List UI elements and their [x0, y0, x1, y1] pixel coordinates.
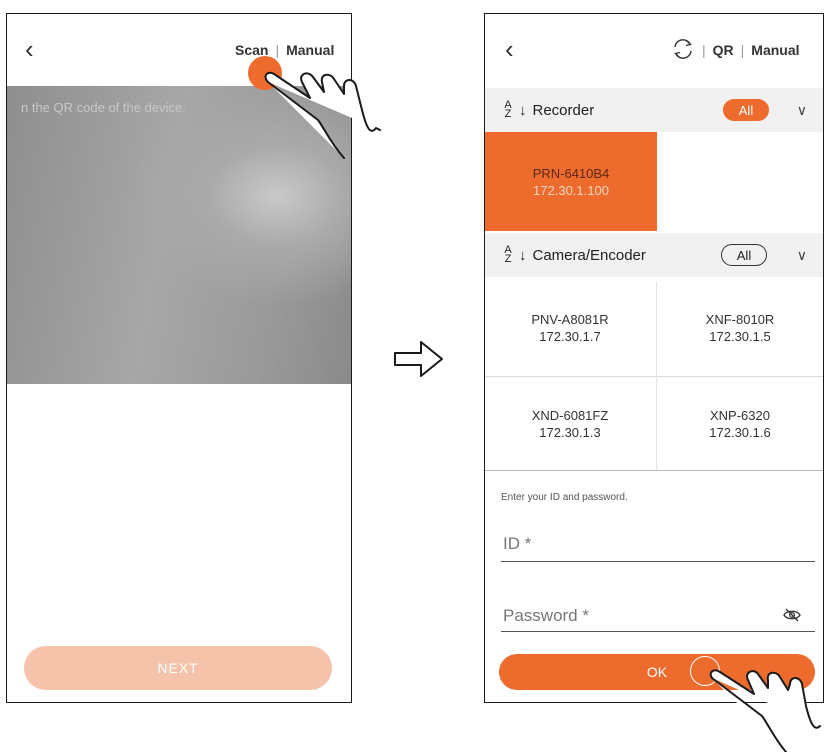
id-field[interactable]: ID * [503, 534, 531, 554]
device-model: XNF-8010R [705, 312, 775, 327]
chevron-down-icon[interactable]: ∨ [797, 247, 807, 264]
list-bottom-divider [485, 470, 823, 471]
recorder-filter-all[interactable]: All [723, 99, 769, 121]
device-ip: 172.30.1.3 [539, 425, 601, 440]
device-ip: 172.30.1.7 [539, 329, 601, 344]
back-arrow-icon[interactable]: ‹ [25, 36, 34, 62]
refresh-icon[interactable] [671, 38, 695, 60]
camera-filter-all[interactable]: All [721, 244, 767, 266]
chevron-down-icon[interactable]: ∨ [797, 102, 807, 119]
sort-arrow-icon: ↓ [519, 246, 527, 264]
nav-separator: | [702, 42, 706, 58]
camera-device-item[interactable]: XNP-6320 172.30.1.6 [655, 378, 823, 470]
sort-az-icon[interactable]: AZ [503, 100, 513, 120]
sort-arrow-icon: ↓ [519, 101, 527, 119]
qr-tab[interactable]: QR [713, 42, 734, 58]
device-ip: 172.30.1.5 [709, 329, 771, 344]
device-model: XNP-6320 [710, 408, 770, 423]
recorder-group-header[interactable]: AZ ↓ Recorder All ∨ [485, 88, 823, 132]
grid-divider [656, 282, 657, 470]
recorder-device-item[interactable]: PRN-6410B4 172.30.1.100 [485, 132, 657, 231]
id-field-underline [501, 561, 815, 562]
next-step-arrow-icon [394, 341, 443, 377]
password-field-underline [501, 631, 815, 632]
device-model: XND-6081FZ [531, 408, 609, 423]
nav-separator: | [740, 42, 745, 58]
manual-tab[interactable]: Manual [751, 42, 799, 58]
credentials-prompt: Enter your ID and password. [501, 492, 628, 503]
nav-separator: | [275, 42, 280, 58]
discovery-screen: ‹ | QR | Manual AZ ↓ Recorder All ∨ PRN-641… [484, 13, 824, 703]
next-button[interactable]: NEXT [24, 646, 332, 690]
camera-device-item[interactable]: XND-6081FZ 172.30.1.3 [485, 378, 655, 470]
mode-nav: | QR | Manual [702, 42, 800, 58]
hide-password-icon[interactable] [783, 608, 801, 622]
manual-tab[interactable]: Manual [286, 42, 334, 58]
device-model: PRN-6410B4 [532, 165, 610, 181]
password-field[interactable]: Password * [503, 606, 589, 626]
camera-device-item[interactable]: PNV-A8081R 172.30.1.7 [485, 282, 655, 374]
camera-hint: n the QR code of the device. [21, 100, 186, 115]
mode-nav: Scan | Manual [235, 42, 334, 58]
pointing-hand-icon [264, 71, 381, 159]
camera-group-header[interactable]: AZ ↓ Camera/Encoder All ∨ [485, 233, 823, 277]
recorder-label: Recorder [532, 101, 595, 119]
pointing-hand-icon [709, 669, 821, 752]
camera-label: Camera/Encoder [532, 246, 646, 264]
device-ip: 172.30.1.6 [709, 425, 771, 440]
sort-az-icon[interactable]: AZ [503, 245, 513, 265]
grid-divider [485, 376, 823, 377]
camera-device-item[interactable]: XNF-8010R 172.30.1.5 [655, 282, 823, 374]
device-ip: 172.30.1.100 [533, 182, 609, 198]
back-arrow-icon[interactable]: ‹ [505, 36, 514, 62]
device-model: PNV-A8081R [531, 312, 609, 327]
